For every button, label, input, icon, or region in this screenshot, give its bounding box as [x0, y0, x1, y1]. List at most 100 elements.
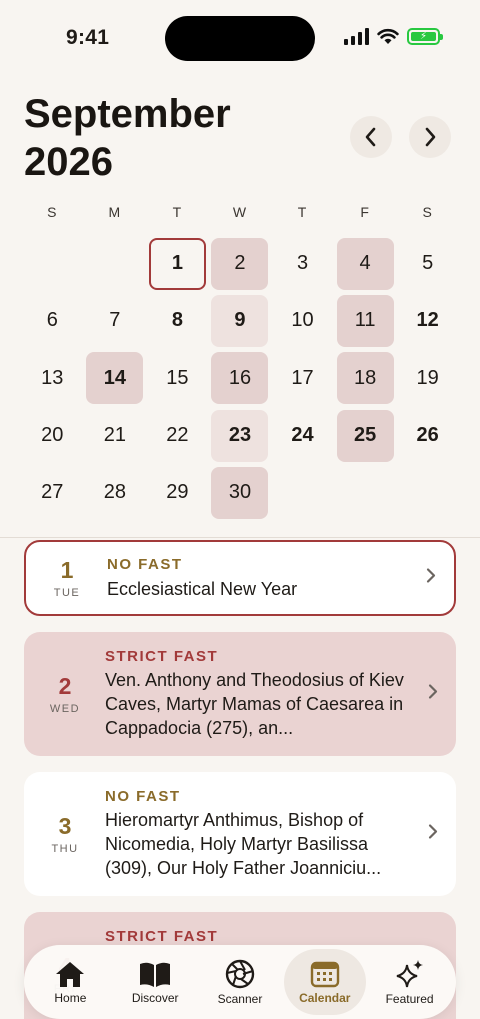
calendar-day-number: 8: [171, 309, 183, 332]
calendar-day-8[interactable]: 8: [146, 292, 209, 349]
calendar-day-number: 23: [211, 409, 269, 462]
fast-status-label: NO FAST: [107, 556, 183, 573]
weekday-label: T: [172, 204, 183, 220]
event-card[interactable]: 3 THU NO FAST Hieromartyr Anthimus, Bishop …: [24, 772, 456, 896]
event-weekday: THU: [51, 843, 79, 855]
event-weekday: WED: [49, 703, 81, 715]
calendar-day-number: 14: [86, 352, 144, 405]
calendar-day-13[interactable]: 13: [21, 350, 84, 407]
calendar-day-25[interactable]: 25: [334, 407, 397, 464]
event-title: Ecclesiastical New Year: [107, 579, 298, 599]
event-title: Hieromartyr Anthimus, Bishop of Nicomedi…: [105, 810, 382, 878]
calendar-day-16[interactable]: 16: [209, 350, 272, 407]
event-day-number: 2: [58, 673, 72, 699]
calendar-day-14[interactable]: 14: [84, 350, 147, 407]
calendar-day-number: 15: [166, 366, 189, 389]
calendar-day-number: 4: [336, 237, 394, 290]
weekday-label: M: [108, 204, 122, 220]
calendar-day-number: 22: [166, 424, 189, 447]
aperture-icon: [225, 959, 255, 989]
status-icons: ⚡: [344, 28, 443, 45]
tab-home[interactable]: Home: [29, 949, 111, 1015]
event-card[interactable]: 2 WED STRICT FAST Ven. Anthony and Theodosi…: [24, 632, 456, 756]
calendar-day-1[interactable]: 1: [146, 235, 209, 292]
calendar-day-26[interactable]: 26: [396, 407, 459, 464]
tab-discover[interactable]: Discover: [114, 949, 196, 1015]
calendar-empty-cell: [21, 235, 84, 292]
calendar-day-number: 18: [336, 352, 394, 405]
battery-charging-icon: ⚡: [407, 28, 443, 45]
previous-month-button[interactable]: [350, 116, 392, 158]
calendar-day-number: 3: [296, 252, 309, 275]
chevron-right-icon: [425, 127, 436, 147]
tab-label: Featured: [385, 991, 434, 1006]
fast-status-label: STRICT FAST: [105, 648, 219, 665]
calendar-day-29[interactable]: 29: [146, 464, 209, 521]
cellular-signal-icon: [344, 28, 369, 45]
calendar-day-27[interactable]: 27: [21, 464, 84, 521]
chevron-right-icon: [428, 684, 438, 705]
calendar-day-number: 29: [166, 481, 189, 504]
event-day-number: 1: [60, 557, 74, 583]
calendar-day-number: 26: [416, 424, 439, 447]
chevron-right-icon: [426, 568, 436, 589]
calendar-day-2[interactable]: 2: [209, 235, 272, 292]
status-time: 9:41: [66, 26, 110, 49]
calendar-day-number: 30: [211, 466, 269, 519]
next-month-button[interactable]: [409, 116, 451, 158]
tab-calendar[interactable]: Calendar: [283, 949, 366, 1015]
event-date: 2 WED: [38, 632, 92, 756]
calendar-day-number: 5: [422, 252, 434, 275]
calendar-day-10[interactable]: 10: [271, 292, 334, 349]
calendar-day-24[interactable]: 24: [271, 407, 334, 464]
weekday-label: S: [422, 204, 433, 220]
tab-scanner[interactable]: Scanner: [199, 949, 281, 1015]
calendar-day-3[interactable]: 3: [271, 235, 334, 292]
calendar-day-19[interactable]: 19: [396, 350, 459, 407]
year-label: 2026: [24, 140, 113, 184]
wifi-icon: [377, 28, 399, 45]
event-card[interactable]: 1 TUE NO FAST Ecclesiastical New Year: [24, 540, 456, 616]
calendar-day-number: 7: [109, 309, 121, 332]
calendar-day-number: 28: [103, 481, 126, 504]
calendar-day-6[interactable]: 6: [21, 292, 84, 349]
weekday-label: W: [232, 204, 248, 220]
event-weekday: TUE: [53, 587, 81, 599]
calendar-day-number: 17: [291, 366, 314, 389]
dynamic-island: [165, 16, 315, 61]
calendar-day-number: 12: [416, 309, 439, 332]
calendar-day-number: 19: [416, 366, 439, 389]
calendar-day-number: 27: [41, 481, 64, 504]
calendar-day-number: 11: [336, 294, 394, 347]
calendar-day-30[interactable]: 30: [209, 464, 272, 521]
calendar-day-15[interactable]: 15: [146, 350, 209, 407]
tab-featured[interactable]: Featured: [369, 949, 451, 1015]
event-date: 3 THU: [38, 772, 92, 896]
fast-status-label: NO FAST: [105, 788, 181, 805]
calendar-day-18[interactable]: 18: [334, 350, 397, 407]
weekday-label: F: [360, 204, 370, 220]
book-icon: [138, 960, 172, 988]
calendar-day-number: 1: [148, 237, 206, 290]
calendar-day-number: 9: [211, 294, 269, 347]
calendar-day-7[interactable]: 7: [84, 292, 147, 349]
calendar-day-number: 10: [291, 309, 314, 332]
calendar-day-number: 16: [211, 352, 269, 405]
calendar-day-4[interactable]: 4: [334, 235, 397, 292]
calendar-day-23[interactable]: 23: [209, 407, 272, 464]
calendar-icon: [310, 960, 340, 988]
calendar-day-20[interactable]: 20: [21, 407, 84, 464]
calendar-day-22[interactable]: 22: [146, 407, 209, 464]
calendar-day-5[interactable]: 5: [396, 235, 459, 292]
calendar-day-9[interactable]: 9: [209, 292, 272, 349]
calendar-day-12[interactable]: 12: [396, 292, 459, 349]
calendar-day-number: 6: [46, 309, 58, 332]
calendar-day-21[interactable]: 21: [84, 407, 147, 464]
chevron-left-icon: [365, 127, 376, 147]
calendar-day-17[interactable]: 17: [271, 350, 334, 407]
calendar-day-11[interactable]: 11: [334, 292, 397, 349]
status-bar: 9:41 ⚡: [0, 0, 480, 78]
calendar-day-number: 2: [211, 237, 269, 290]
calendar-day-28[interactable]: 28: [84, 464, 147, 521]
weekday-header: SMTWTFS: [21, 204, 459, 220]
